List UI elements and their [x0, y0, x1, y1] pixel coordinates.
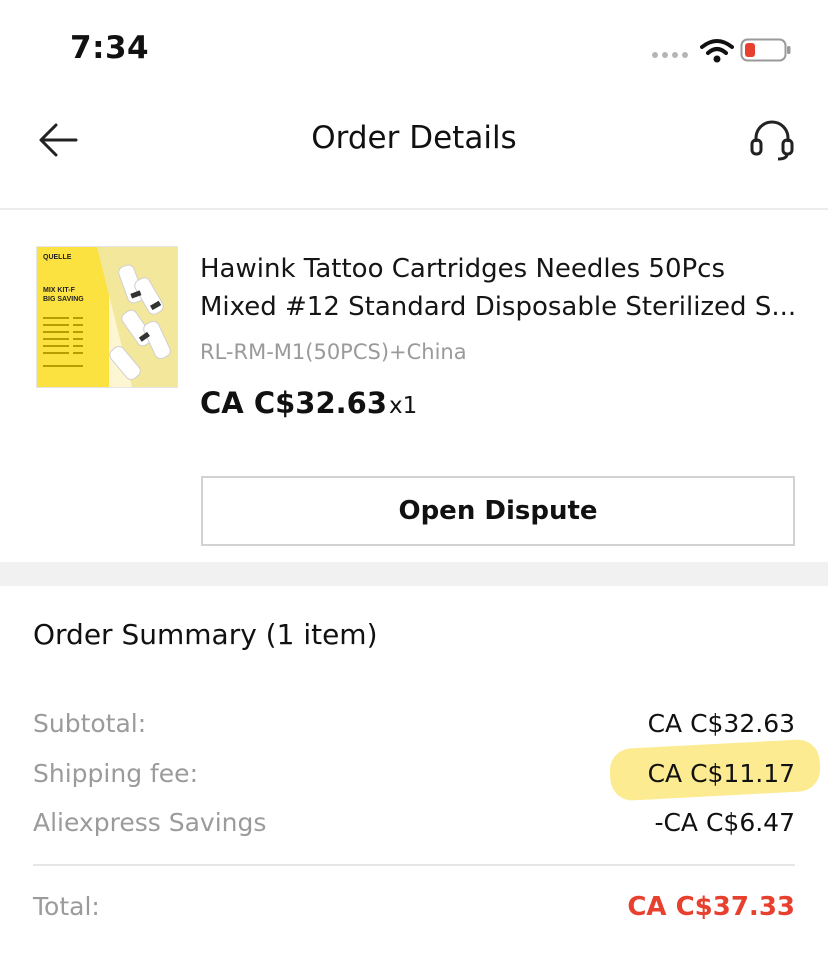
subtotal-label: Subtotal:	[33, 709, 147, 738]
savings-label: Aliexpress Savings	[33, 808, 267, 837]
total-value: CA C$37.33	[627, 892, 795, 922]
product-title[interactable]: Hawink Tattoo Cartridges Needles 50Pcs M…	[200, 250, 800, 326]
battery-low-icon	[740, 38, 791, 62]
thumbnail-saving-text: BIG SAVING	[43, 296, 84, 303]
thumbnail-brand-text: QUELLE	[43, 254, 72, 261]
order-summary-title: Order Summary (1 item)	[33, 618, 378, 651]
total-label: Total:	[33, 892, 100, 921]
shipping-fee-label: Shipping fee:	[33, 759, 198, 788]
savings-value: -CA C$6.47	[654, 808, 795, 837]
product-price-row: CA C$32.63 x1	[200, 386, 417, 420]
thumbnail-kit-text: MIX KIT-F	[43, 287, 76, 294]
section-separator	[0, 562, 828, 586]
product-thumbnail[interactable]: QUELLE MIX KIT-F BIG SAVING	[36, 246, 178, 388]
product-price: CA C$32.63	[200, 386, 388, 420]
shipping-fee-value: CA C$11.17	[647, 759, 795, 788]
page-title: Order Details	[311, 120, 517, 156]
product-variant: RL-RM-M1(50PCS)+China	[200, 340, 467, 364]
subtotal-value: CA C$32.63	[647, 709, 795, 738]
cellular-signal-icon	[652, 52, 688, 58]
summary-divider	[33, 864, 795, 866]
wifi-icon	[700, 39, 734, 63]
product-quantity: x1	[389, 393, 418, 419]
header-divider	[0, 208, 828, 210]
open-dispute-button[interactable]: Open Dispute	[201, 476, 795, 546]
customer-service-headset-icon[interactable]	[748, 118, 796, 164]
status-time: 7:34	[70, 30, 150, 66]
